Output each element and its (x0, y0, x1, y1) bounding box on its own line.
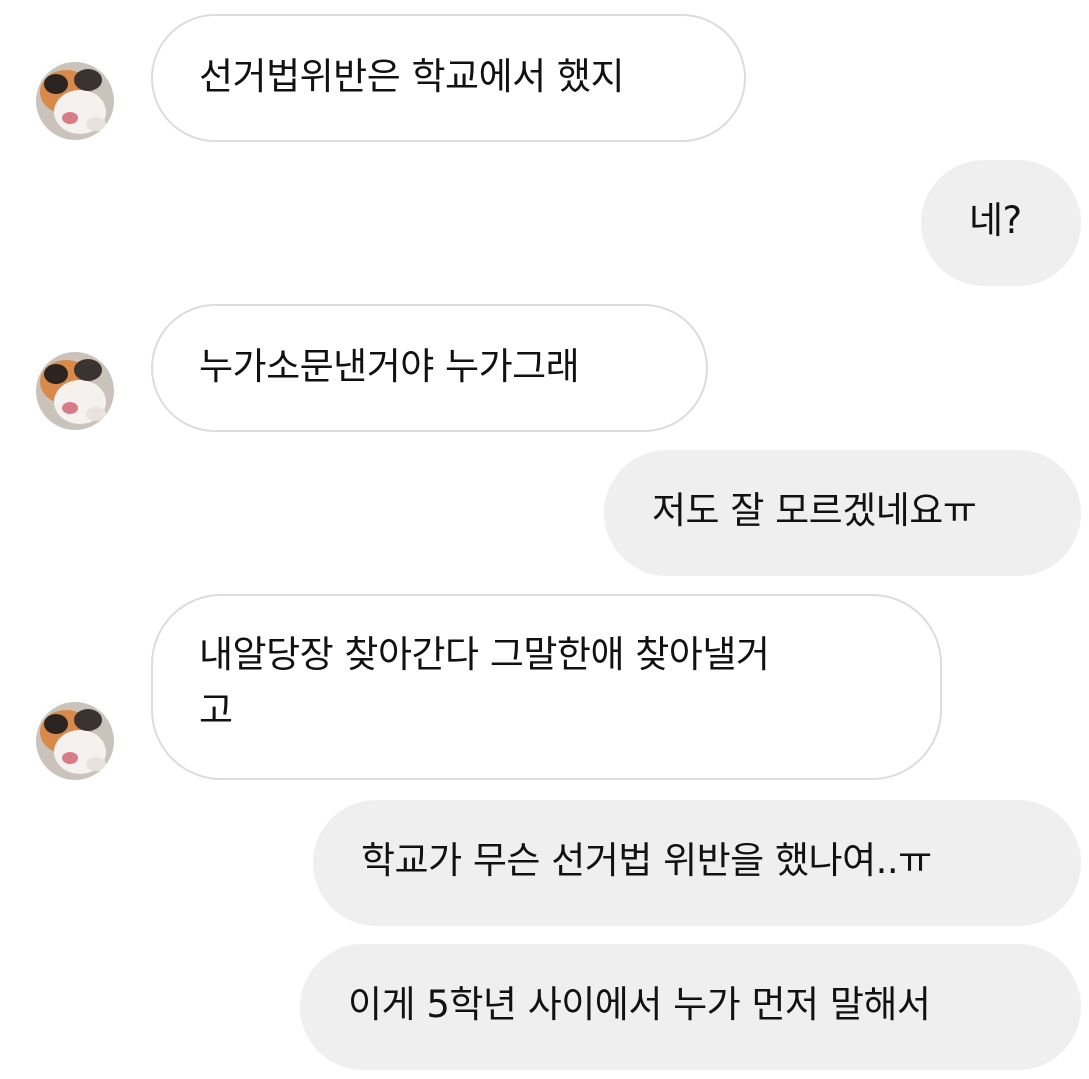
cat-profile-avatar-icon[interactable] (36, 62, 114, 140)
message-bubble-incoming[interactable]: 내알당장 찾아간다 그말한애 찾아낼거 고 (151, 594, 942, 780)
message-text: 선거법위반은 학교에서 했지 (199, 55, 625, 98)
message-bubble-outgoing[interactable]: 이게 5학년 사이에서 누가 먼저 말해서 (300, 944, 1081, 1070)
message-text: 학교가 무슨 선거법 위반을 했나여..ㅠ (361, 839, 932, 882)
message-text-line: 고 (199, 689, 233, 732)
cat-profile-avatar-icon[interactable] (36, 352, 114, 430)
message-bubble-outgoing[interactable]: 네? (921, 160, 1081, 286)
message-bubble-outgoing[interactable]: 학교가 무슨 선거법 위반을 했나여..ㅠ (313, 800, 1081, 926)
cat-profile-avatar-icon[interactable] (36, 702, 114, 780)
message-text: 저도 잘 모르겠네요ㅠ (652, 489, 977, 532)
message-text-line: 내알당장 찾아간다 그말한애 찾아낼거 (199, 633, 770, 676)
message-bubble-incoming[interactable]: 누가소문낸거야 누가그래 (151, 304, 708, 432)
message-bubble-outgoing[interactable]: 저도 잘 모르겠네요ㅠ (604, 450, 1081, 576)
message-text: 누가소문낸거야 누가그래 (199, 345, 580, 388)
message-text: 네? (969, 199, 1022, 242)
message-bubble-incoming[interactable]: 선거법위반은 학교에서 했지 (151, 14, 746, 142)
message-text: 이게 5학년 사이에서 누가 먼저 말해서 (348, 983, 931, 1026)
